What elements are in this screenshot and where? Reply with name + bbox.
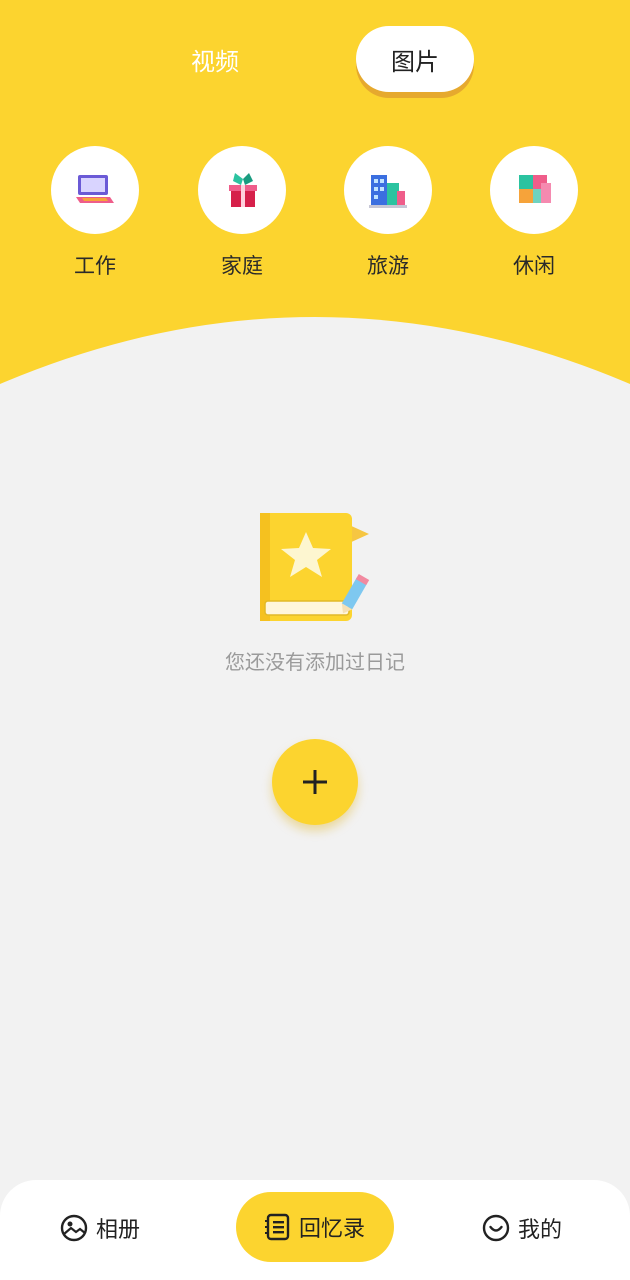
cubes-icon — [519, 175, 551, 203]
category-work[interactable]: 工作 — [50, 146, 140, 280]
header-banner: 视频 图片 工作 家庭 旅游 休闲 — [0, 0, 630, 400]
gift-box-icon — [229, 173, 257, 207]
nav-item-memoir[interactable]: 回忆录 — [236, 1192, 394, 1262]
nav-item-mine[interactable]: 我的 — [482, 1212, 562, 1244]
category-work-label: 工作 — [74, 254, 116, 278]
category-family[interactable]: 家庭 — [197, 146, 287, 280]
nav-item-album-label: 相册 — [96, 1218, 141, 1243]
buildings-icon — [369, 175, 407, 208]
category-family-circle[interactable] — [198, 146, 286, 234]
tab-video[interactable]: 视频 — [156, 26, 274, 92]
nav-item-memoir-label: 回忆录 — [298, 1217, 365, 1242]
laptop-icon — [76, 175, 114, 203]
empty-state-message: 您还没有添加过日记 — [225, 650, 405, 674]
tab-image[interactable]: 图片 — [356, 26, 474, 92]
bottom-nav: 相册 回忆录 我的 — [0, 1180, 630, 1280]
nav-item-album[interactable]: 相册 — [60, 1212, 140, 1244]
memo-list-icon — [264, 1213, 290, 1241]
category-leisure-circle[interactable] — [490, 146, 578, 234]
category-family-label: 家庭 — [221, 254, 263, 278]
category-travel[interactable]: 旅游 — [343, 146, 433, 280]
category-travel-label: 旅游 — [367, 254, 409, 278]
nav-item-mine-label: 我的 — [518, 1218, 563, 1243]
category-work-circle[interactable] — [51, 146, 139, 234]
category-leisure-label: 休闲 — [513, 254, 555, 278]
category-travel-circle[interactable] — [344, 146, 432, 234]
category-leisure[interactable]: 休闲 — [489, 146, 579, 280]
album-icon — [60, 1214, 88, 1242]
add-diary-button[interactable] — [272, 739, 358, 825]
smile-icon — [482, 1214, 510, 1242]
diary-star-icon — [255, 508, 375, 630]
plus-icon — [303, 770, 327, 794]
